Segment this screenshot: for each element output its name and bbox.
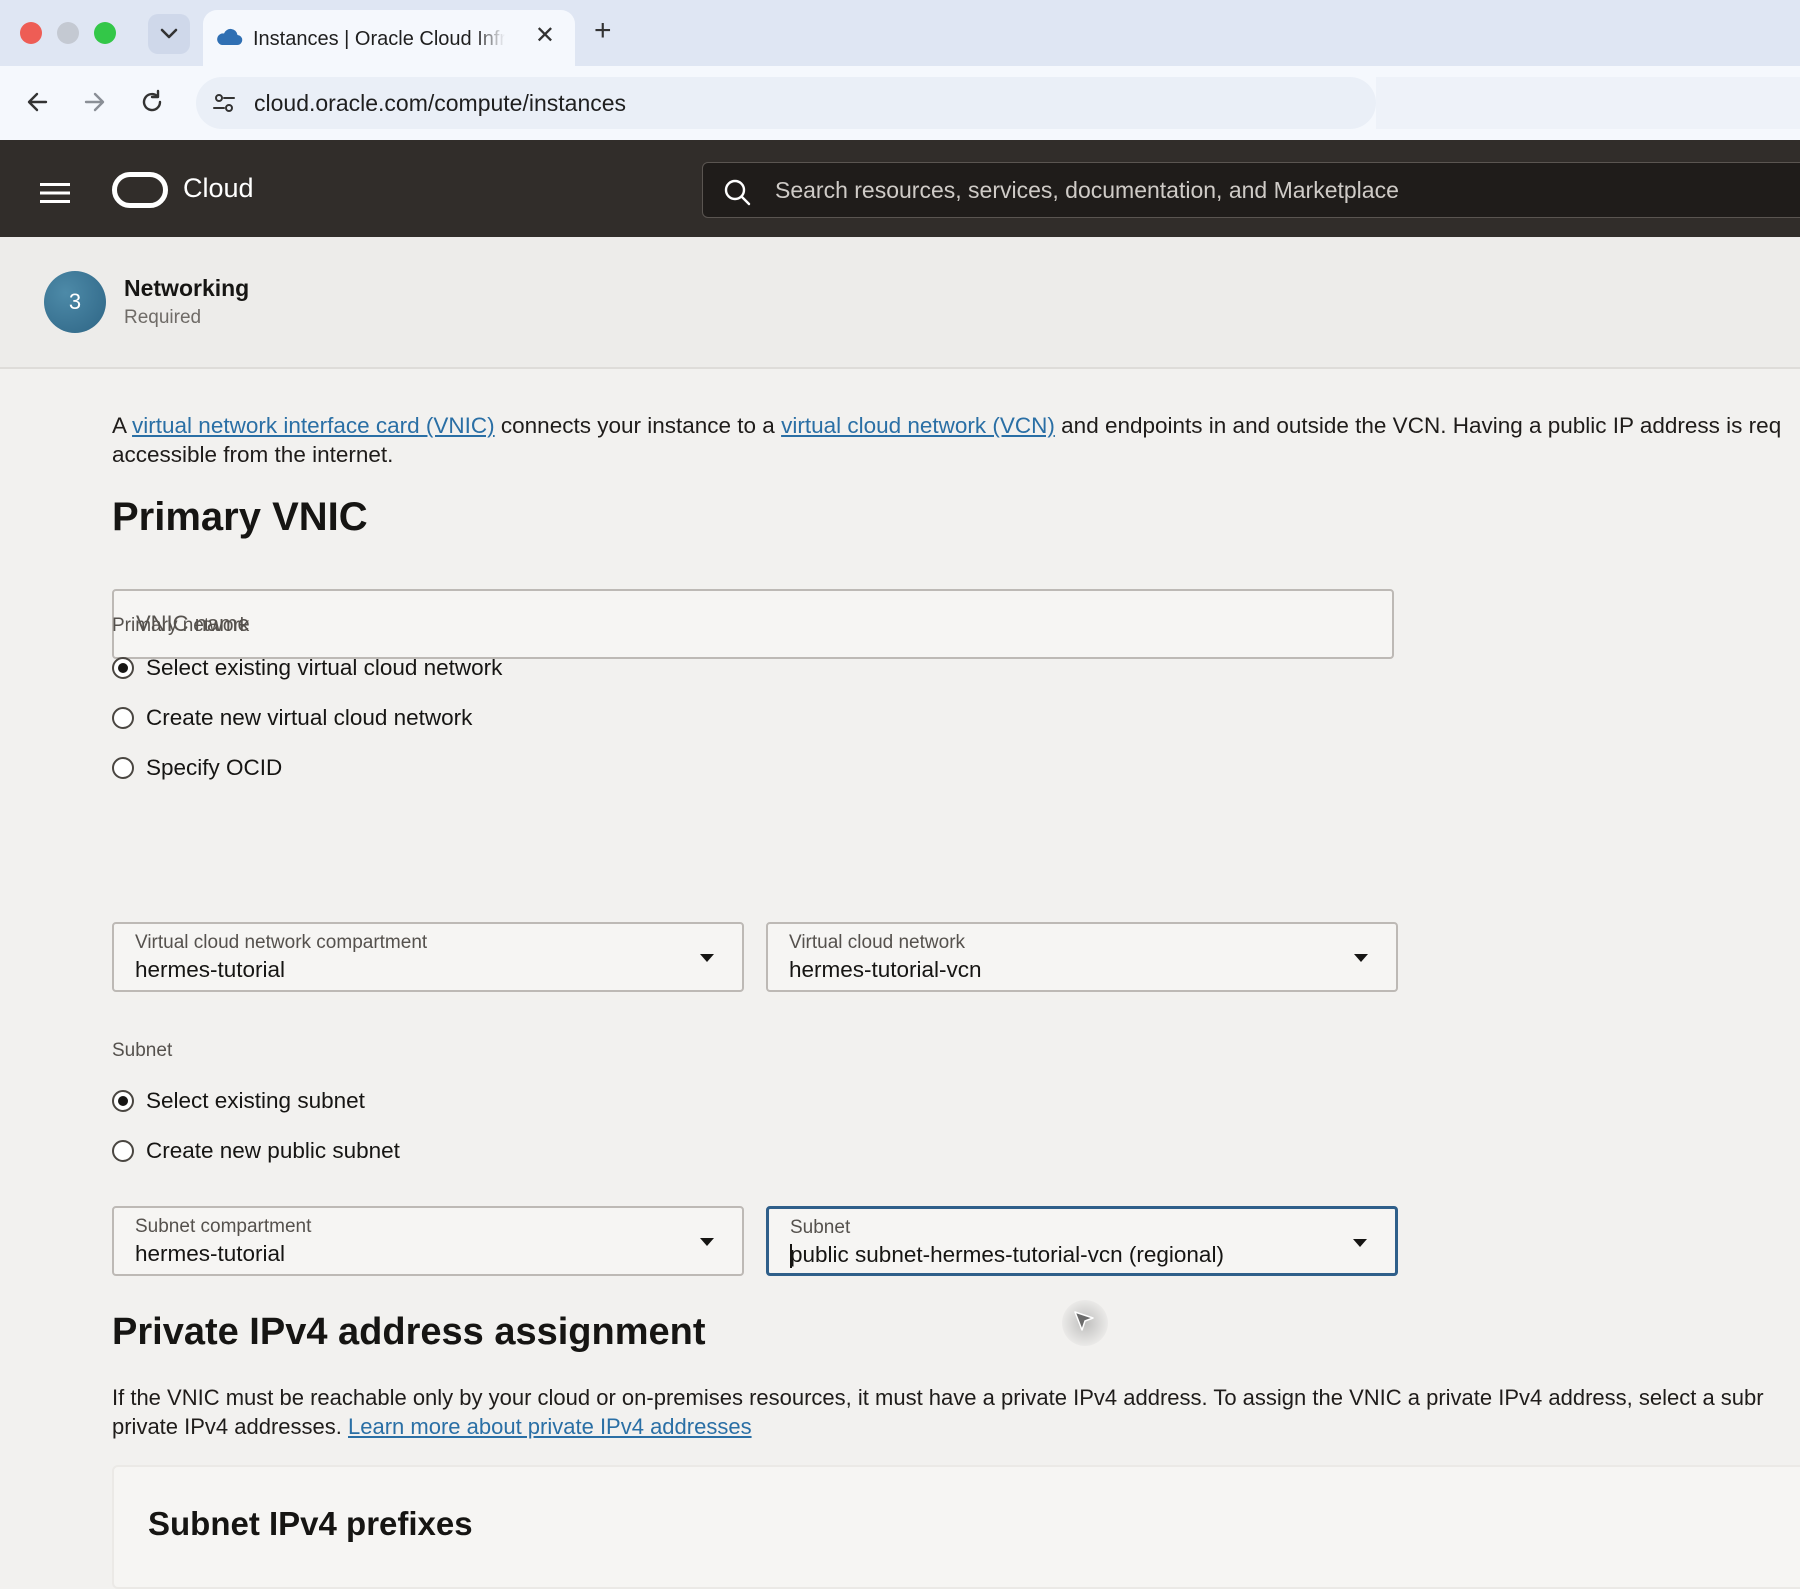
radio-button[interactable] xyxy=(112,757,134,779)
radio-label: Select existing virtual cloud network xyxy=(146,655,503,680)
global-search-input[interactable]: Search resources, services, documentatio… xyxy=(702,162,1800,218)
radio-create-new-public-subnet[interactable]: Create new public subnet xyxy=(112,1136,400,1166)
oracle-logo-icon[interactable] xyxy=(112,172,168,208)
radio-button-checked[interactable] xyxy=(112,657,134,679)
tab-title: Instances | Oracle Cloud Infrastructure xyxy=(253,28,505,50)
wizard-step-header: 3 Networking Required xyxy=(0,237,1800,369)
subnet-compartment-select[interactable]: Subnet compartment hermes-tutorial xyxy=(112,1206,744,1276)
hamburger-menu-icon[interactable] xyxy=(40,182,70,204)
subnet-select[interactable]: Subnet public subnet-hermes-tutorial-vcn… xyxy=(766,1206,1398,1276)
step-title: Networking xyxy=(124,275,250,301)
tab-search-button[interactable] xyxy=(148,14,190,54)
browser-tab-strip: Instances | Oracle Cloud Infrastructure … xyxy=(0,0,1800,68)
radio-button[interactable] xyxy=(112,1140,134,1162)
maximize-window-button[interactable] xyxy=(94,22,116,44)
learn-more-private-ipv4-link[interactable]: Learn more about private IPv4 addresses xyxy=(348,1414,752,1439)
select-value: public subnet-hermes-tutorial-vcn (regio… xyxy=(790,1242,1224,1267)
caret-down-icon xyxy=(700,1238,714,1246)
radio-button-checked[interactable] xyxy=(112,1090,134,1112)
select-value: hermes-tutorial-vcn xyxy=(789,957,982,982)
select-label: Subnet xyxy=(790,1217,851,1238)
private-ipv4-description: If the VNIC must be reachable only by yo… xyxy=(112,1383,1800,1441)
primary-vnic-heading: Primary VNIC xyxy=(112,495,368,539)
radio-label: Create new public subnet xyxy=(146,1138,400,1163)
radio-label: Select existing subnet xyxy=(146,1088,365,1113)
reload-icon[interactable] xyxy=(138,88,166,116)
search-icon xyxy=(724,179,751,206)
radio-specify-ocid[interactable]: Specify OCID xyxy=(112,753,282,783)
address-bar-extension xyxy=(1376,77,1800,129)
back-arrow-icon[interactable] xyxy=(24,88,52,116)
primary-network-label: Primary network xyxy=(112,615,250,636)
vcn-docs-link[interactable]: virtual cloud network (VCN) xyxy=(781,413,1055,438)
vcn-select[interactable]: Virtual cloud network hermes-tutorial-vc… xyxy=(766,922,1398,992)
caret-down-icon xyxy=(700,954,714,962)
select-label: Virtual cloud network xyxy=(789,932,966,953)
caret-down-icon xyxy=(1353,1239,1367,1247)
select-value: hermes-tutorial xyxy=(135,1241,286,1266)
vnic-name-input[interactable] xyxy=(114,591,1392,657)
intro-text-4: accessible from the internet. xyxy=(112,442,394,467)
text-cursor xyxy=(790,1244,792,1268)
intro-text-2: connects your instance to a xyxy=(494,413,782,438)
select-label: Subnet compartment xyxy=(135,1216,312,1237)
close-tab-icon[interactable]: ✕ xyxy=(535,24,555,48)
browser-tab-active[interactable]: Instances | Oracle Cloud Infrastructure … xyxy=(203,10,575,68)
select-label: Virtual cloud network compartment xyxy=(135,932,428,953)
subnet-ipv4-prefixes-heading: Subnet IPv4 prefixes xyxy=(148,1505,473,1542)
site-settings-icon[interactable] xyxy=(212,92,236,114)
intro-text-1: A xyxy=(112,413,133,438)
intro-text-3: and endpoints in and outside the VCN. Ha… xyxy=(1054,413,1782,438)
private-ipv4-heading: Private IPv4 address assignment xyxy=(112,1311,706,1353)
cloud-icon xyxy=(217,28,243,46)
select-value: hermes-tutorial xyxy=(135,957,286,982)
minimize-window-button[interactable] xyxy=(57,22,79,44)
brand-label[interactable]: Cloud xyxy=(183,173,254,204)
close-window-button[interactable] xyxy=(20,22,42,44)
radio-select-existing-vcn[interactable]: Select existing virtual cloud network xyxy=(112,653,502,683)
search-placeholder: Search resources, services, documentatio… xyxy=(775,177,1399,203)
radio-label: Create new virtual cloud network xyxy=(146,705,473,730)
private-desc-line-2: private IPv4 addresses. xyxy=(112,1414,349,1439)
new-tab-button[interactable]: + xyxy=(594,16,612,46)
radio-select-existing-subnet[interactable]: Select existing subnet xyxy=(112,1086,365,1116)
radio-label: Specify OCID xyxy=(146,755,283,780)
vnic-name-field[interactable] xyxy=(112,589,1394,659)
subnet-section-label: Subnet xyxy=(112,1040,173,1061)
chevron-down-icon xyxy=(160,28,178,39)
subnet-ipv4-prefixes-card: Subnet IPv4 prefixes xyxy=(112,1465,1800,1589)
address-bar[interactable]: cloud.oracle.com/compute/instances xyxy=(196,77,1376,129)
vnic-docs-link[interactable]: virtual network interface card (VNIC) xyxy=(132,413,495,438)
caret-down-icon xyxy=(1354,954,1368,962)
radio-create-new-vcn[interactable]: Create new virtual cloud network xyxy=(112,703,472,733)
forward-arrow-icon[interactable] xyxy=(80,88,108,116)
mouse-cursor-icon xyxy=(1062,1300,1108,1346)
vnic-intro-text: A virtual network interface card (VNIC) … xyxy=(112,411,1800,469)
private-desc-line-1: If the VNIC must be reachable only by yo… xyxy=(112,1385,1764,1410)
oci-header: Cloud Search resources, services, docume… xyxy=(0,140,1800,237)
step-required-label: Required xyxy=(124,307,202,328)
browser-toolbar: cloud.oracle.com/compute/instances xyxy=(0,66,1800,140)
radio-button[interactable] xyxy=(112,707,134,729)
step-number-badge: 3 xyxy=(44,271,106,333)
vcn-compartment-select[interactable]: Virtual cloud network compartment hermes… xyxy=(112,922,744,992)
url-text: cloud.oracle.com/compute/instances xyxy=(254,90,627,116)
